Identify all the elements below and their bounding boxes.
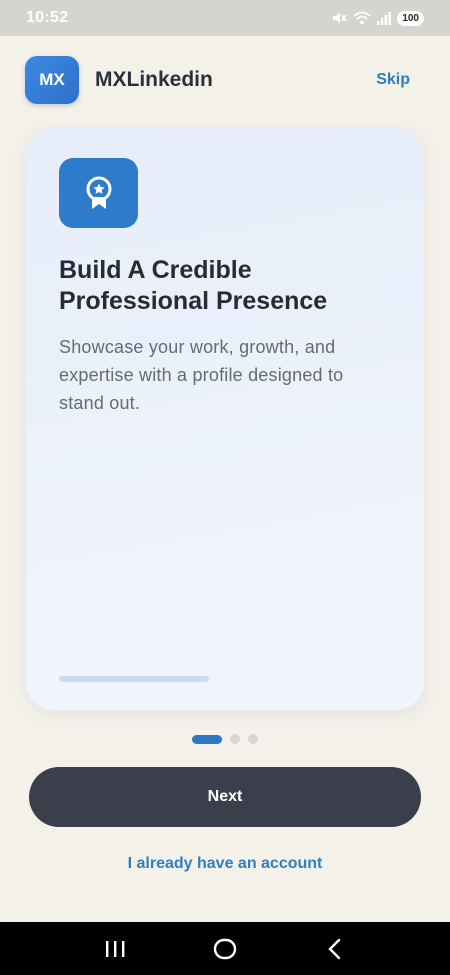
recent-apps-icon[interactable] bbox=[95, 929, 135, 969]
page-dot-2 bbox=[230, 734, 240, 744]
status-icons: 100 bbox=[331, 10, 424, 26]
award-badge-icon bbox=[59, 158, 138, 228]
have-account-link[interactable]: I already have an account bbox=[0, 855, 450, 873]
app-logo: MX bbox=[25, 56, 79, 104]
onboarding-screen: 10:52 100 MX MXLinkedin Skip Build A Cre… bbox=[0, 0, 450, 975]
status-time: 10:52 bbox=[26, 9, 69, 26]
app-name: MXLinkedin bbox=[95, 68, 213, 91]
next-button[interactable]: Next bbox=[29, 767, 421, 827]
signal-icon bbox=[377, 11, 392, 25]
status-bar: 10:52 100 bbox=[0, 0, 450, 36]
card-title: Build A Credible Professional Presence bbox=[59, 256, 328, 315]
wifi-icon bbox=[353, 11, 371, 25]
onboarding-card: Build A Credible Professional Presence S… bbox=[26, 128, 424, 710]
page-dot-1 bbox=[192, 734, 222, 744]
page-dot-3 bbox=[248, 734, 258, 744]
header: MX MXLinkedin Skip bbox=[25, 56, 410, 104]
system-nav-bar bbox=[0, 922, 450, 975]
home-icon[interactable] bbox=[205, 929, 245, 969]
skip-button[interactable]: Skip bbox=[376, 71, 410, 89]
mute-icon bbox=[331, 11, 347, 25]
card-progress-bar bbox=[59, 676, 209, 682]
battery-icon: 100 bbox=[397, 10, 424, 26]
back-icon[interactable] bbox=[315, 929, 355, 969]
page-indicator bbox=[0, 734, 450, 744]
card-description: Showcase your work, growth, and expertis… bbox=[59, 337, 344, 413]
